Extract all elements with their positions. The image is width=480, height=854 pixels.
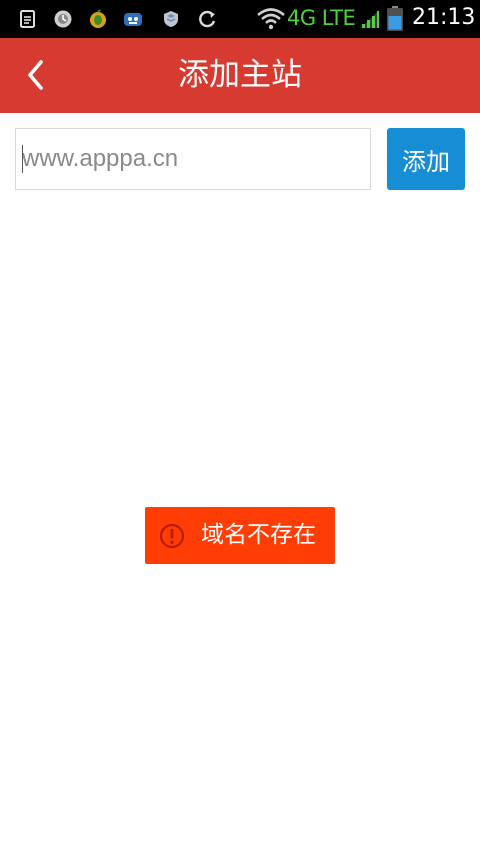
status-time: 21:13 bbox=[412, 5, 476, 30]
error-toast: 域名不存在 bbox=[145, 507, 335, 564]
page-title: 添加主站 bbox=[178, 57, 302, 93]
shield-app-icon bbox=[164, 11, 178, 27]
back-button[interactable] bbox=[10, 50, 60, 100]
text-caret bbox=[22, 145, 23, 173]
domain-input[interactable] bbox=[15, 128, 371, 190]
battery-icon bbox=[387, 6, 403, 31]
toast-message: 域名不存在 bbox=[201, 522, 316, 548]
error-circle-icon bbox=[159, 523, 185, 549]
title-bar: 添加主站 bbox=[0, 38, 480, 113]
network-type: 4G LTE bbox=[287, 6, 356, 30]
sync-icon bbox=[199, 10, 216, 28]
dog-app-icon bbox=[124, 13, 142, 26]
fruit-app-icon bbox=[90, 9, 106, 28]
add-button[interactable]: 添加 bbox=[387, 128, 465, 190]
chevron-left-icon bbox=[28, 60, 43, 90]
clock-app-icon bbox=[54, 10, 72, 28]
signal-icon bbox=[361, 10, 379, 28]
screen: 4G LTE 21:13 添加主站 添加 bbox=[0, 0, 480, 854]
wifi-icon bbox=[257, 8, 285, 30]
status-bar: 4G LTE 21:13 bbox=[0, 0, 480, 38]
document-icon bbox=[20, 10, 35, 28]
